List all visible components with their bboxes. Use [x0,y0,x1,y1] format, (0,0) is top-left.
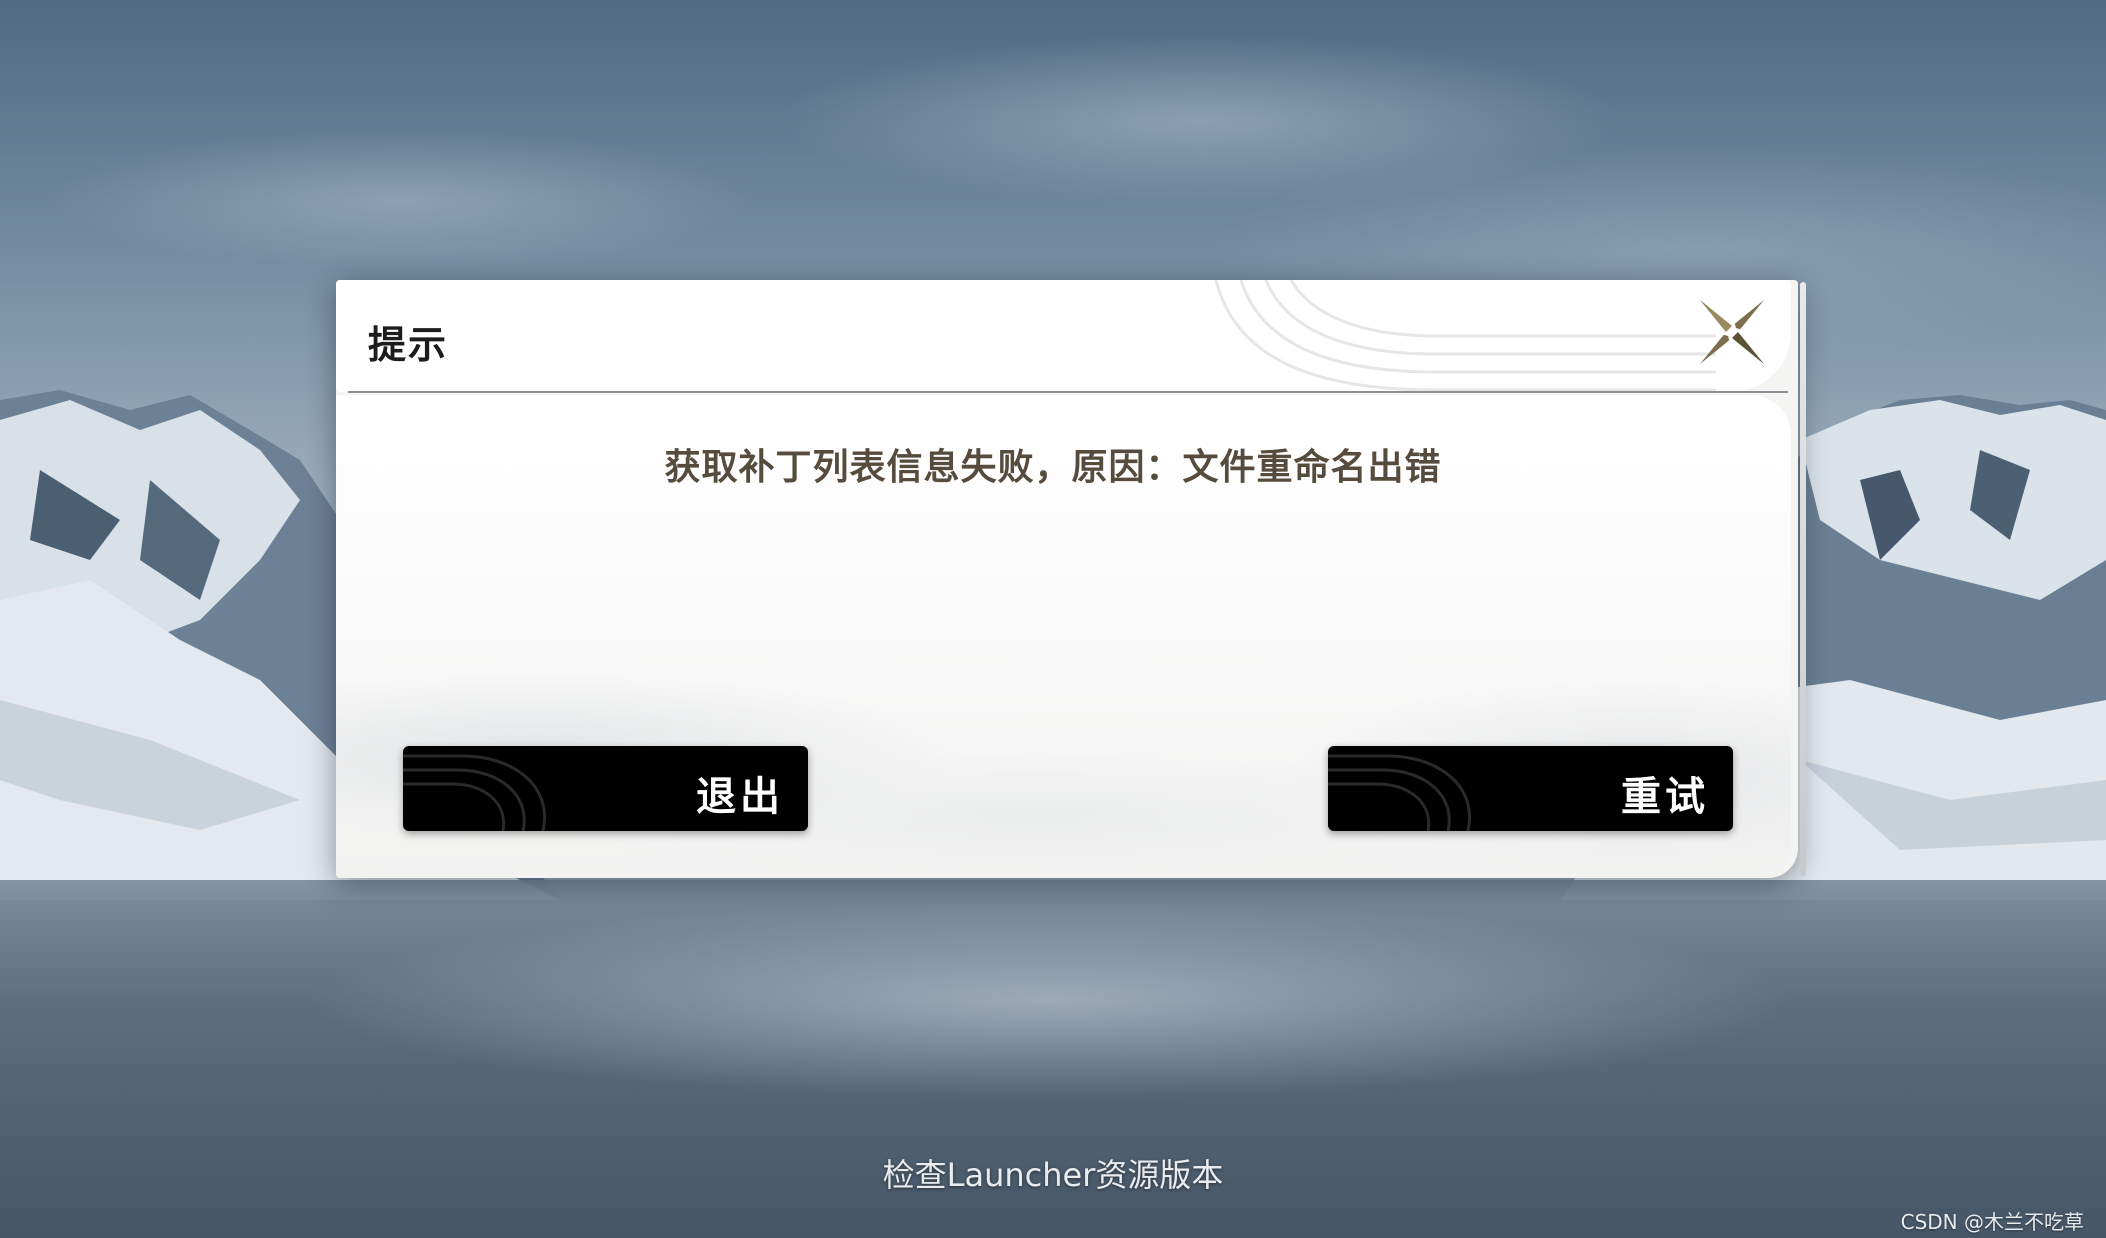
exit-button-label: 退出 [696,774,784,820]
header-divider [348,391,1788,393]
close-button[interactable] [1692,292,1772,372]
dialog-header: 提示 [336,280,1791,392]
watermark: CSDN @木兰不吃草 [1900,1210,2084,1234]
header-arc-decoration [1214,280,1716,392]
game-launcher-window: 提示 退出 重试 获取补丁列表信息失败，原因：文件重命名出错 检查Launche… [0,0,2106,1238]
dialog-title: 提示 [368,323,449,367]
status-text: 检查Launcher资源版本 [882,1156,1224,1194]
button-arc-decoration [1328,754,1471,831]
exit-button[interactable]: 退出 [403,746,808,831]
button-arc-decoration [403,754,546,831]
error-message: 获取补丁列表信息失败，原因：文件重命名出错 [664,447,1442,488]
retry-button[interactable]: 重试 [1328,746,1733,831]
close-icon [1700,300,1764,364]
error-dialog: 提示 退出 重试 [336,280,1806,878]
lake-reflection [300,900,1800,1100]
retry-button-label: 重试 [1621,774,1709,820]
dialog-edge [1800,282,1806,876]
